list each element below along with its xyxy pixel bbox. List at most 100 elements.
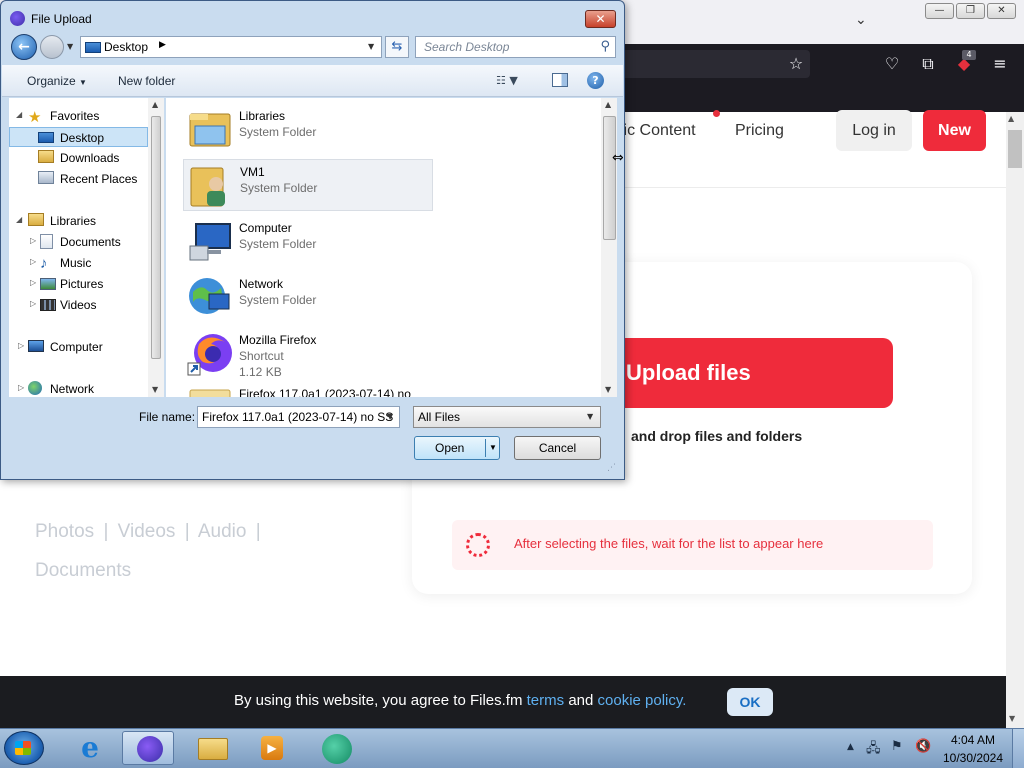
windows-logo-icon <box>15 741 31 755</box>
nav-item-network[interactable]: ▷ Network <box>9 379 149 399</box>
nav-item-music[interactable]: ▷ ♪ Music <box>9 253 149 273</box>
nav-item-libraries[interactable]: ◢ Libraries <box>9 211 149 231</box>
cookie-policy-link[interactable]: cookie policy. <box>598 692 687 709</box>
open-button[interactable]: Open ▼ <box>414 436 500 460</box>
volume-muted-icon[interactable]: 🔇 <box>915 739 931 754</box>
expand-arrow-icon[interactable]: ◢ <box>16 215 22 224</box>
collapse-arrow-icon[interactable]: ▷ <box>30 299 36 308</box>
extensions-icon[interactable]: ⧉ <box>918 54 938 74</box>
nav-scroll-up-arrow[interactable]: ▲ <box>152 100 158 109</box>
terms-link[interactable]: terms <box>527 692 565 709</box>
tray-network-icon[interactable]: 🖧 <box>866 739 881 761</box>
file-item-computer[interactable]: Computer System Folder <box>183 216 433 268</box>
close-window-button[interactable]: ✕ <box>987 3 1016 19</box>
file-list: Libraries System Folder VM1 System Folde… <box>166 98 616 397</box>
dialog-close-button[interactable]: ✕ <box>585 10 616 28</box>
resize-grip-icon[interactable]: ⋰ <box>607 463 616 473</box>
file-item-libraries[interactable]: Libraries System Folder <box>183 104 433 156</box>
bookmark-star-icon[interactable]: ☆ <box>786 54 806 74</box>
drop-hint-text: and drop files and folders <box>631 428 803 444</box>
forward-button[interactable] <box>40 35 64 59</box>
address-dropdown-icon[interactable]: ▼ <box>368 42 374 51</box>
search-icon[interactable]: ⚲ <box>600 39 610 54</box>
nav-item-favorites[interactable]: ◢ ★ Favorites <box>9 106 149 126</box>
file-type-select[interactable]: All Files <box>413 406 601 428</box>
change-view-icon[interactable]: ☷ ▼ <box>496 74 518 87</box>
taskbar-explorer[interactable] <box>186 731 238 765</box>
action-center-flag-icon[interactable]: ⚑ <box>891 739 903 754</box>
clock-time[interactable]: 4:04 AM <box>948 733 998 747</box>
nav-item-recent-places[interactable]: Recent Places <box>9 169 149 189</box>
list-all-tabs-icon[interactable]: ⌄ <box>855 12 867 28</box>
nav-item-videos[interactable]: ▷ Videos <box>9 295 149 315</box>
taskbar-firefox[interactable] <box>122 731 174 765</box>
files-scroll-down-arrow[interactable]: ▼ <box>605 385 611 394</box>
breadcrumb-arrow-icon[interactable]: ▶ <box>159 40 166 50</box>
nav-item-label: Favorites <box>50 109 100 123</box>
cancel-button[interactable]: Cancel <box>514 436 601 460</box>
nav-item-label: Pictures <box>60 277 104 291</box>
collapse-arrow-icon[interactable]: ▷ <box>30 257 36 266</box>
nav-public-content-link[interactable]: lic Content <box>620 122 696 140</box>
nav-item-computer[interactable]: ▷ Computer <box>9 337 149 357</box>
preview-pane-icon[interactable] <box>552 73 568 87</box>
help-icon[interactable]: ? <box>587 72 604 89</box>
file-name-input[interactable]: Firefox 117.0a1 (2023-07-14) no SS <box>197 406 400 428</box>
page-scroll-thumb[interactable] <box>1008 130 1022 168</box>
open-options-dropdown-icon[interactable]: ▼ <box>489 443 497 452</box>
file-item-network[interactable]: Network System Folder <box>183 272 433 324</box>
pocket-icon[interactable]: ♡ <box>882 54 902 74</box>
nav-item-label: Recent Places <box>60 172 138 186</box>
page-scrollbar[interactable] <box>1006 112 1024 730</box>
back-button[interactable]: ← <box>11 34 37 60</box>
collapse-arrow-icon[interactable]: ▷ <box>18 383 24 392</box>
clock-date[interactable]: 10/30/2024 <box>936 751 1010 765</box>
file-name: Mozilla Firefox <box>239 333 317 347</box>
collapse-arrow-icon[interactable]: ▷ <box>30 278 36 287</box>
files-scroll-up-arrow[interactable]: ▲ <box>605 100 611 109</box>
taskbar-media-player[interactable]: ▶ <box>246 731 298 765</box>
restore-button[interactable]: ❐ <box>956 3 985 19</box>
file-item-vm1[interactable]: VM1 System Folder <box>183 159 433 211</box>
file-item-firefox-build-folder[interactable]: Firefox 117.0a1 (2023-07-14) no <box>183 382 433 397</box>
nav-pricing-link[interactable]: Pricing <box>735 122 784 140</box>
file-name-dropdown-icon[interactable]: ▼ <box>387 412 393 421</box>
nav-scroll-thumb[interactable] <box>151 116 161 359</box>
nav-item-label: Downloads <box>60 151 120 165</box>
new-folder-button[interactable]: New folder <box>118 74 175 88</box>
computer-icon <box>28 340 44 352</box>
login-button[interactable]: Log in <box>836 110 912 151</box>
menu-icon[interactable]: ≡ <box>990 54 1010 74</box>
nav-scroll-down-arrow[interactable]: ▼ <box>152 385 158 394</box>
scroll-down-arrow[interactable]: ▼ <box>1009 714 1015 723</box>
expand-arrow-icon[interactable]: ◢ <box>16 110 22 119</box>
file-name: VM1 <box>240 165 265 179</box>
file-type: Shortcut <box>239 349 284 363</box>
collapse-arrow-icon[interactable]: ▷ <box>30 236 36 245</box>
scroll-up-arrow[interactable]: ▲ <box>1008 114 1014 123</box>
refresh-button[interactable]: ⇆ <box>385 36 409 58</box>
nav-item-desktop[interactable]: Desktop <box>9 127 148 147</box>
collapse-arrow-icon[interactable]: ▷ <box>18 341 24 350</box>
recent-locations-dropdown-icon[interactable]: ▼ <box>67 42 73 51</box>
address-desktop-crumb[interactable]: Desktop <box>104 40 148 54</box>
cookie-text: By using this website, you agree to File… <box>234 692 686 709</box>
new-button[interactable]: New <box>923 110 986 151</box>
file-item-mozilla-firefox[interactable]: Mozilla Firefox Shortcut 1.12 KB <box>183 328 433 384</box>
nav-item-documents[interactable]: ▷ Documents <box>9 232 149 252</box>
nav-item-label: Network <box>50 382 95 396</box>
show-hidden-icons-icon[interactable]: ▲ <box>847 742 854 752</box>
minimize-button[interactable]: — <box>925 3 954 19</box>
nav-item-pictures[interactable]: ▷ Pictures <box>9 274 149 294</box>
nav-item-downloads[interactable]: Downloads <box>9 148 149 168</box>
file-type-dropdown-icon[interactable]: ▼ <box>587 412 593 421</box>
search-input[interactable]: Search Desktop ⚲ <box>415 36 616 58</box>
taskbar-app[interactable] <box>310 731 362 765</box>
organize-button[interactable]: Organize ▼ <box>27 74 87 88</box>
cookie-ok-button[interactable]: OK <box>727 688 773 716</box>
files-scroll-thumb[interactable] <box>603 116 616 240</box>
show-desktop-button[interactable] <box>1012 729 1024 768</box>
url-bar[interactable] <box>620 50 810 78</box>
address-bar[interactable]: Desktop ▶ ▼ <box>80 36 382 58</box>
internet-explorer-icon[interactable]: e <box>64 731 116 765</box>
